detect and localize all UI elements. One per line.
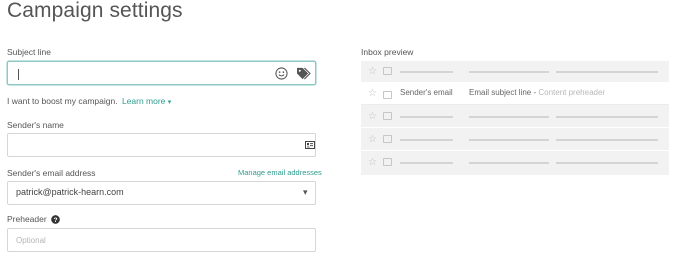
subject-line-label: Subject line: [7, 47, 51, 57]
inbox-preview-label: Inbox preview: [361, 47, 414, 57]
subject-line-input[interactable]: [7, 61, 316, 85]
placeholder-bar: [400, 71, 453, 73]
flag-icon: [383, 135, 392, 143]
preheader-input[interactable]: Optional: [7, 228, 316, 252]
placeholder-bar: [556, 139, 658, 141]
preheader-label: Preheader ?: [7, 214, 60, 224]
boost-campaign-label: I want to boost my campaign.: [7, 96, 118, 106]
placeholder-bar: [400, 116, 453, 118]
chevron-down-icon[interactable]: ▾: [303, 187, 308, 198]
inbox-row-placeholder: ☆: [361, 129, 669, 151]
chevron-down-icon[interactable]: ▾: [168, 99, 172, 106]
placeholder-bar: [400, 139, 453, 141]
star-icon: ☆: [368, 66, 377, 77]
placeholder-bar: [556, 116, 658, 118]
preview-preheader: Content preheader: [538, 88, 606, 97]
senders-email-selected: patrick@patrick-hearn.com: [16, 187, 124, 197]
flag-icon: [383, 67, 392, 75]
inbox-row-preview: ☆ Sender's email Email subject line - Co…: [361, 83, 669, 105]
placeholder-bar: [469, 139, 549, 141]
senders-email-label: Sender's email address: [7, 168, 96, 178]
text-caret: [18, 69, 19, 80]
inbox-row-placeholder: ☆: [361, 152, 669, 174]
senders-email-select[interactable]: patrick@patrick-hearn.com ▾: [7, 181, 316, 205]
senders-name-label: Sender's name: [7, 120, 64, 130]
star-icon: ☆: [368, 88, 377, 99]
svg-text:?: ?: [54, 217, 58, 224]
inbox-preview: ☆ ☆ Sender's email Email subject line - …: [361, 61, 669, 175]
contact-card-icon[interactable]: [305, 141, 315, 149]
inbox-row-placeholder: ☆: [361, 106, 669, 128]
manage-email-addresses-link[interactable]: Manage email addresses: [238, 168, 322, 177]
placeholder-bar: [469, 71, 549, 73]
star-icon: ☆: [368, 111, 377, 122]
placeholder-bar: [469, 162, 549, 164]
preheader-placeholder: Optional: [16, 236, 46, 245]
star-icon: ☆: [368, 134, 377, 145]
preview-subject: Email subject line: [469, 88, 532, 97]
placeholder-bar: [469, 116, 549, 118]
placeholder-bar: [556, 162, 658, 164]
flag-icon: [383, 91, 392, 99]
boost-campaign-text: I want to boost my campaign. Learn more …: [7, 96, 171, 106]
emoji-icon[interactable]: [275, 67, 288, 80]
learn-more-link[interactable]: Learn more: [122, 96, 165, 106]
flag-icon: [383, 112, 392, 120]
help-icon[interactable]: ?: [51, 215, 60, 224]
placeholder-bar: [556, 71, 658, 73]
inbox-row-placeholder: ☆: [361, 61, 669, 83]
tag-icon[interactable]: [296, 67, 311, 80]
page-title: Campaign settings: [7, 0, 183, 22]
preheader-label-text: Preheader: [7, 214, 47, 224]
senders-name-input[interactable]: [7, 133, 316, 157]
preview-subject-line: Email subject line - Content preheader: [469, 88, 605, 97]
flag-icon: [383, 158, 392, 166]
star-icon: ☆: [368, 157, 377, 168]
placeholder-bar: [400, 162, 453, 164]
preview-sender: Sender's email: [400, 88, 453, 97]
